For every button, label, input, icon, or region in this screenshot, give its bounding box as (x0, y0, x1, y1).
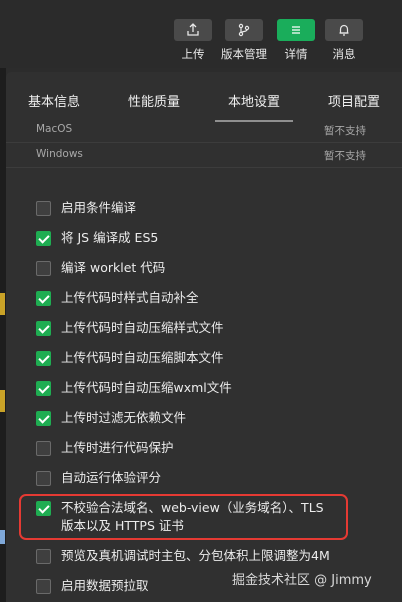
os-name: Windows (36, 148, 83, 160)
branch-icon (238, 23, 250, 37)
checkbox[interactable] (36, 351, 51, 366)
details-button[interactable] (277, 19, 315, 41)
option-label: 上传代码时样式自动补全 (61, 290, 199, 305)
highlight-box (19, 494, 348, 540)
os-status: 暂不支持 (324, 125, 366, 137)
tab-bar: 基本信息 性能质量 本地设置 项目配置 (6, 72, 402, 122)
option-label: 上传时过滤无依赖文件 (61, 410, 187, 425)
tab-basic-info[interactable]: 基本信息 (28, 91, 80, 110)
version-button[interactable] (225, 19, 263, 41)
checkbox[interactable] (36, 321, 51, 336)
option-label: 上传代码时自动压缩wxml文件 (61, 380, 232, 395)
checkbox[interactable] (36, 291, 51, 306)
option-label: 启用数据预拉取 (61, 578, 149, 593)
checkbox[interactable] (36, 579, 51, 594)
option-label: 自动运行体验评分 (61, 470, 162, 485)
option-label: 上传代码时自动压缩样式文件 (61, 320, 224, 335)
os-name: MacOS (36, 123, 73, 135)
upload-icon (187, 23, 199, 36)
gutter-marker (0, 390, 5, 412)
checkbox[interactable] (36, 261, 51, 276)
option-label: 将 JS 编译成 ES5 (61, 230, 159, 245)
bell-icon (339, 24, 349, 36)
messages-tool[interactable]: 消息 (324, 19, 364, 62)
checkbox[interactable] (36, 201, 51, 216)
option-label: 启用条件编译 (61, 200, 137, 215)
gutter-marker (0, 530, 5, 544)
top-toolbar: 上传 版本管理 详情 消息 (0, 0, 402, 68)
option-label: 上传时进行代码保护 (61, 440, 174, 455)
option-label: 预览及真机调试时主包、分包体积上限调整为4M (61, 548, 330, 563)
tab-project-config[interactable]: 项目配置 (328, 91, 380, 110)
messages-label: 消息 (332, 47, 356, 61)
watermark: 掘金技术社区 @ Jimmy (232, 573, 372, 588)
upload-button[interactable] (174, 19, 212, 41)
menu-icon (292, 26, 300, 34)
checkbox[interactable] (36, 231, 51, 246)
os-status: 暂不支持 (324, 150, 366, 162)
messages-button[interactable] (325, 19, 363, 41)
tab-local-settings[interactable]: 本地设置 (228, 91, 280, 110)
tab-performance[interactable]: 性能质量 (128, 91, 180, 110)
checkbox[interactable] (36, 471, 51, 486)
checkbox[interactable] (36, 441, 51, 456)
option-label: 编译 worklet 代码 (61, 260, 166, 275)
option-label: 上传代码时自动压缩脚本文件 (61, 350, 224, 365)
checkbox[interactable] (36, 381, 51, 396)
gutter-marker (0, 293, 5, 315)
os-row-macos: MacOS 暂不支持 (6, 118, 402, 143)
os-row-windows: Windows 暂不支持 (6, 143, 402, 168)
checkbox[interactable] (36, 411, 51, 426)
checkbox[interactable] (36, 549, 51, 564)
